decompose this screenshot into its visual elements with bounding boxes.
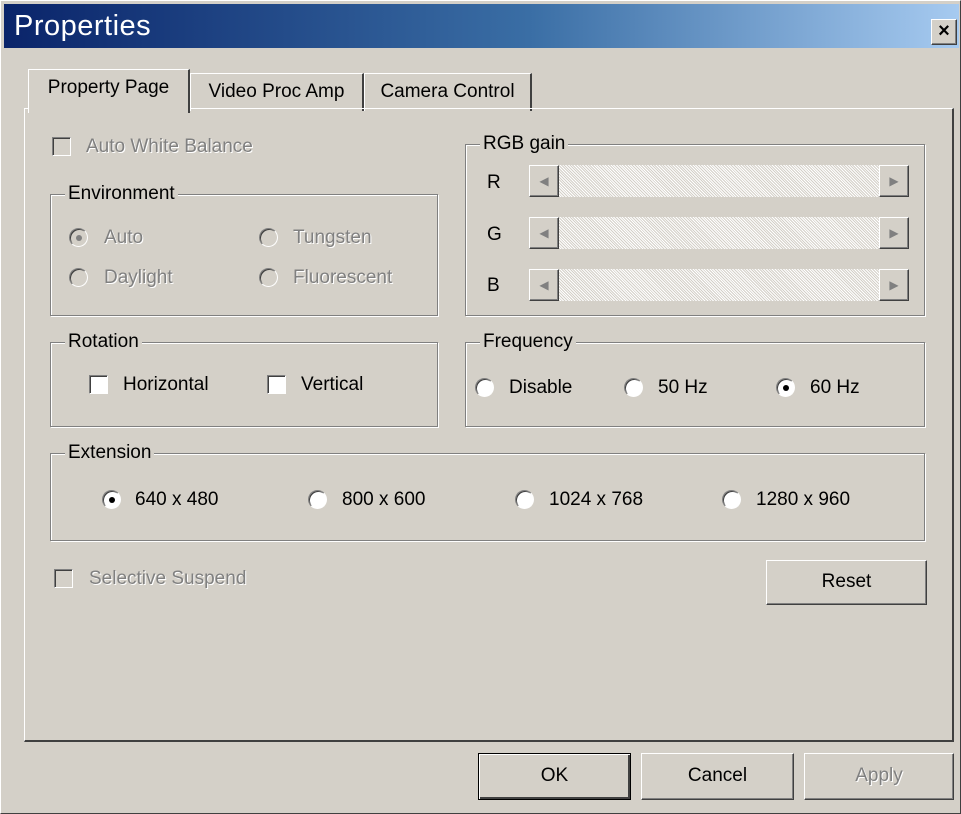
rotation-group-title: Rotation bbox=[65, 330, 142, 354]
environment-daylight-label: Daylight bbox=[104, 267, 173, 288]
frequency-group-title: Frequency bbox=[480, 330, 576, 354]
extension-1280x960-radio[interactable] bbox=[722, 490, 741, 509]
frequency-disable-label: Disable bbox=[509, 377, 573, 398]
extension-800x600-label: 800 x 600 bbox=[342, 489, 426, 510]
rotation-vertical-checkbox[interactable] bbox=[267, 375, 286, 394]
title-bar[interactable]: Properties × bbox=[4, 4, 959, 48]
rgb-gain-b-label: B bbox=[487, 275, 500, 296]
environment-daylight-radio[interactable] bbox=[69, 268, 88, 287]
frequency-60hz-radio[interactable] bbox=[776, 378, 795, 397]
close-button[interactable]: × bbox=[931, 19, 957, 45]
radio-selected-dot bbox=[783, 385, 789, 391]
tab-camera-control[interactable]: Camera Control bbox=[364, 73, 532, 111]
extension-800x600-radio[interactable] bbox=[308, 490, 327, 509]
frequency-50hz-radio[interactable] bbox=[624, 378, 643, 397]
environment-group-title: Environment bbox=[65, 182, 178, 206]
apply-button-label: Apply bbox=[855, 765, 903, 786]
close-icon: × bbox=[938, 20, 950, 42]
rotation-horizontal-checkbox[interactable] bbox=[89, 375, 108, 394]
frequency-disable-radio[interactable] bbox=[475, 378, 494, 397]
properties-dialog: Properties × Property Page Video Proc Am… bbox=[0, 0, 961, 814]
scroll-right-icon[interactable]: ▶ bbox=[879, 269, 909, 301]
rotation-vertical-label: Vertical bbox=[301, 374, 364, 395]
tab-video-proc-amp[interactable]: Video Proc Amp bbox=[190, 73, 364, 111]
window-title: Properties bbox=[14, 10, 152, 42]
extension-640x480-radio[interactable] bbox=[102, 490, 121, 509]
extension-1280x960-label: 1280 x 960 bbox=[756, 489, 851, 510]
scroll-left-icon[interactable]: ◀ bbox=[529, 165, 559, 197]
environment-fluorescent-radio[interactable] bbox=[259, 268, 278, 287]
environment-auto-label: Auto bbox=[104, 227, 144, 248]
rotation-group: Rotation bbox=[50, 330, 438, 427]
environment-group: Environment bbox=[50, 182, 438, 316]
tab-label: Camera Control bbox=[380, 81, 515, 102]
reset-button-label: Reset bbox=[821, 571, 872, 592]
rgb-gain-r-label: R bbox=[487, 172, 501, 193]
rotation-horizontal-label: Horizontal bbox=[123, 374, 209, 395]
ok-button[interactable]: OK bbox=[478, 753, 631, 800]
tab-label: Video Proc Amp bbox=[208, 81, 345, 102]
rgb-gain-b-scrollbar[interactable]: ◀ ▶ bbox=[529, 269, 909, 301]
auto-white-balance-label: Auto White Balance bbox=[86, 136, 253, 157]
cancel-button-label: Cancel bbox=[687, 765, 748, 786]
scroll-right-icon[interactable]: ▶ bbox=[879, 217, 909, 249]
extension-1024x768-label: 1024 x 768 bbox=[549, 489, 644, 510]
radio-selected-dot bbox=[109, 497, 115, 503]
rgb-gain-group-title: RGB gain bbox=[480, 132, 569, 156]
environment-tungsten-label: Tungsten bbox=[293, 227, 372, 248]
extension-group-title: Extension bbox=[65, 441, 155, 465]
rgb-gain-r-scrollbar[interactable]: ◀ ▶ bbox=[529, 165, 909, 197]
environment-fluorescent-label: Fluorescent bbox=[293, 267, 393, 288]
reset-button[interactable]: Reset bbox=[766, 560, 927, 605]
tab-label: Property Page bbox=[47, 77, 170, 98]
radio-selected-dot bbox=[76, 235, 82, 241]
extension-1024x768-radio[interactable] bbox=[515, 490, 534, 509]
scroll-left-icon[interactable]: ◀ bbox=[529, 269, 559, 301]
frequency-60hz-label: 60 Hz bbox=[810, 377, 860, 398]
scroll-left-icon[interactable]: ◀ bbox=[529, 217, 559, 249]
auto-white-balance-checkbox[interactable] bbox=[52, 137, 71, 156]
environment-tungsten-radio[interactable] bbox=[259, 228, 278, 247]
apply-button[interactable]: Apply bbox=[804, 753, 954, 800]
extension-640x480-label: 640 x 480 bbox=[135, 489, 219, 510]
scroll-right-icon[interactable]: ▶ bbox=[879, 165, 909, 197]
selective-suspend-checkbox[interactable] bbox=[54, 569, 73, 588]
selective-suspend-label: Selective Suspend bbox=[89, 568, 247, 589]
rgb-gain-g-label: G bbox=[487, 224, 502, 245]
rgb-gain-g-scrollbar[interactable]: ◀ ▶ bbox=[529, 217, 909, 249]
cancel-button[interactable]: Cancel bbox=[641, 753, 794, 800]
ok-button-label: OK bbox=[540, 765, 569, 786]
frequency-50hz-label: 50 Hz bbox=[658, 377, 708, 398]
tab-property-page[interactable]: Property Page bbox=[28, 69, 190, 113]
environment-auto-radio[interactable] bbox=[69, 228, 88, 247]
